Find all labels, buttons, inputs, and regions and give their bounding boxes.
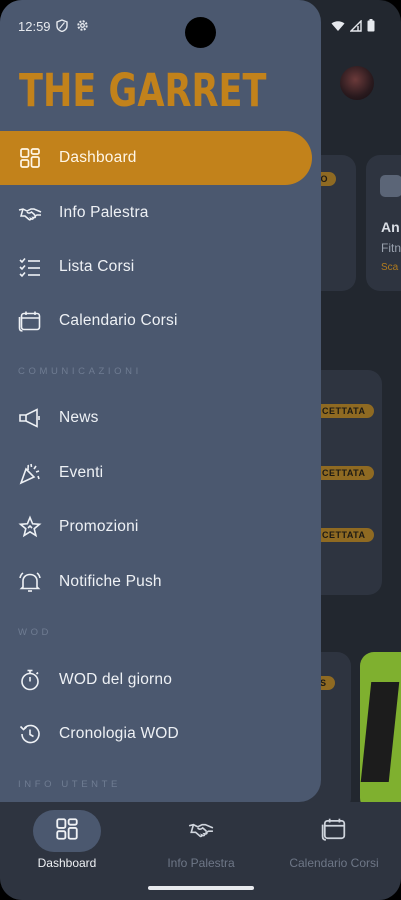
background-card-link: Sca [381,262,399,273]
bottom-nav-label: Calendario Corsi [289,856,379,870]
drawer-item-label: Notifiche Push [59,573,162,590]
section-title-wod: WOD [18,627,53,638]
bell-icon [17,569,43,595]
history-icon [17,721,43,747]
drawer-item-cronologia-wod[interactable]: Cronologia WOD [0,707,312,761]
home-indicator[interactable] [148,886,254,890]
bottom-nav-icon-wrap [300,810,368,852]
party-icon [17,460,43,486]
drawer-item-label: Cronologia WOD [59,725,179,742]
bottom-nav-indicator [33,810,101,852]
dashboard-icon [54,816,80,847]
handshake-icon [188,816,214,847]
status-left-icons [56,19,89,37]
wifi-icon [331,19,345,37]
megaphone-icon [17,405,43,431]
bottom-nav-label: Info Palestra [167,856,235,870]
gear-icon [76,19,89,37]
background-card-title: An [381,219,400,235]
app-screen: 12:59 VO An Fitn Sca CETTATA CETTATA CET… [0,0,401,900]
drawer-item-notifiche-push[interactable]: Notifiche Push [0,555,312,609]
checklist-icon [17,254,43,280]
calendar-icon [17,308,43,334]
camera-cutout [185,17,216,48]
background-badge: CETTATA [314,528,374,542]
background-card-subtitle: Fitn [381,241,401,255]
background-image-card [360,652,401,812]
drawer-item-label: Promozioni [59,518,139,535]
status-time: 12:59 [18,19,51,34]
drawer-item-dashboard[interactable]: Dashboard [0,131,312,185]
bottom-nav-info-palestra[interactable]: Info Palestra [134,810,268,870]
bottom-nav-label: Dashboard [37,856,97,870]
navigation-drawer: THE GARRET Dashboard Info Palestra Lista… [0,0,321,802]
handshake-icon [17,200,43,226]
bottom-nav-calendario-corsi[interactable]: Calendario Corsi [267,810,401,870]
drawer-item-label: WOD del giorno [59,671,173,688]
drawer-item-eventi[interactable]: Eventi [0,446,312,500]
drawer-item-label: Calendario Corsi [59,312,178,329]
status-bar: 12:59 [0,0,401,52]
drawer-item-label: News [59,409,99,426]
image-placeholder-icon [380,175,401,197]
drawer-item-wod-del-giorno[interactable]: WOD del giorno [0,653,312,707]
drawer-item-label: Dashboard [59,149,137,166]
calendar-icon [321,816,347,847]
drawer-item-label: Lista Corsi [59,258,135,275]
bottom-nav-icon-wrap [167,810,235,852]
battery-icon [367,19,375,37]
background-badge: CETTATA [314,466,374,480]
dashboard-icon [17,145,43,171]
drawer-item-label: Info Palestra [59,204,149,221]
brand-logo: THE GARRET [19,64,267,117]
section-title-info-utente: INFO UTENTE [18,779,121,790]
bottom-nav-dashboard[interactable]: Dashboard [0,810,134,870]
drawer-item-info-palestra[interactable]: Info Palestra [0,186,312,240]
background-badge: CETTATA [314,404,374,418]
signal-icon [349,19,362,37]
user-avatar[interactable] [340,66,374,100]
status-right-icons [331,19,375,37]
star-badge-icon [17,514,43,540]
drawer-item-promozioni[interactable]: Promozioni [0,500,312,554]
drawer-item-calendario-corsi[interactable]: Calendario Corsi [0,294,312,348]
shield-icon [56,19,68,37]
section-title-comunicazioni: COMUNICAZIONI [18,366,142,377]
drawer-item-label: Eventi [59,464,104,481]
drawer-item-news[interactable]: News [0,391,312,445]
stopwatch-icon [17,667,43,693]
drawer-item-lista-corsi[interactable]: Lista Corsi [0,240,312,294]
